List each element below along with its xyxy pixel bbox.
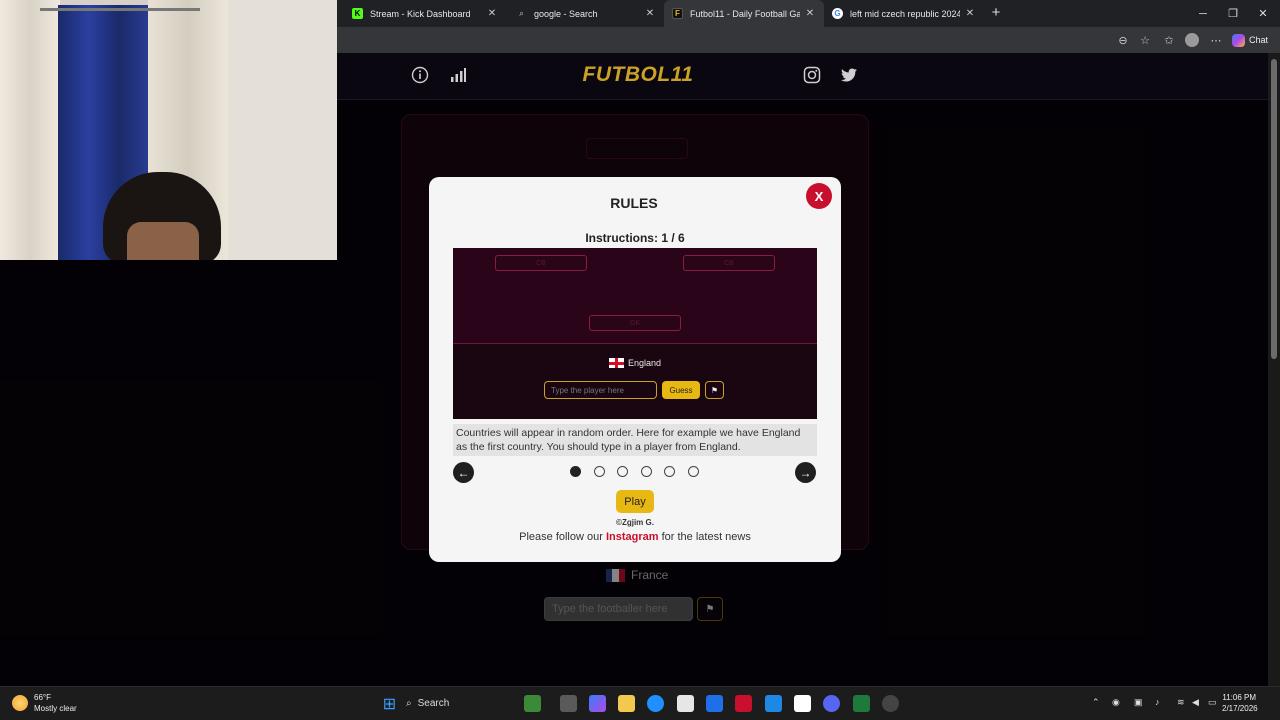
demo-slot: CB: [495, 255, 587, 271]
vscode-icon[interactable]: [706, 695, 723, 712]
chrome-icon[interactable]: [882, 695, 899, 712]
kick-favicon-icon: K: [352, 8, 363, 19]
weather-widget[interactable]: 66°F Mostly clear: [12, 692, 77, 714]
instagram-link[interactable]: Instagram: [606, 531, 659, 543]
demo-player-input: Type the player here: [544, 381, 657, 399]
futbol11-favicon-icon: F: [672, 8, 683, 19]
step-dot-6[interactable]: [688, 466, 699, 477]
step-dot-1[interactable]: [570, 466, 581, 477]
copilot-chat-button[interactable]: Chat: [1232, 31, 1268, 49]
close-tab-icon[interactable]: ✕: [804, 8, 816, 20]
step-dot-3[interactable]: [617, 466, 628, 477]
instruction-description: Countries will appear in random order. H…: [453, 424, 817, 456]
profile-avatar-icon[interactable]: [1184, 32, 1200, 48]
system-clock[interactable]: 11:06 PM 2/17/2026: [1222, 692, 1258, 714]
arrow-left-icon: ←: [457, 465, 470, 480]
favorites-icon[interactable]: ✩: [1161, 32, 1177, 48]
volume-icon[interactable]: ◀: [1192, 697, 1199, 708]
arrow-right-icon: →: [799, 465, 812, 480]
copilot-app-icon[interactable]: [589, 695, 606, 712]
weather-icon: [12, 695, 28, 711]
previous-step-button[interactable]: ←: [453, 462, 474, 483]
twitter-icon[interactable]: [840, 66, 858, 84]
demo-flag-icon: ⚑: [705, 381, 724, 399]
stats-icon[interactable]: [449, 66, 467, 84]
demo-slot: CB: [683, 255, 775, 271]
author-credit: ©Zgjim G.: [616, 518, 654, 527]
file-explorer-icon[interactable]: [618, 695, 635, 712]
search-favicon-icon: ⌕: [519, 8, 524, 18]
close-tab-icon[interactable]: ✕: [486, 8, 498, 20]
tab-google-search[interactable]: ⌕ google - Search ✕: [508, 0, 664, 27]
excel-icon[interactable]: [853, 695, 870, 712]
close-tab-icon[interactable]: ✕: [644, 8, 656, 20]
demo-country: England: [453, 356, 817, 370]
favorite-star-icon[interactable]: ☆: [1137, 32, 1153, 48]
search-icon: ⌕: [406, 698, 412, 709]
reader-mode-icon[interactable]: ⊖: [1115, 32, 1131, 48]
step-dot-5[interactable]: [664, 466, 675, 477]
page-scrollbar[interactable]: [1268, 53, 1280, 686]
tab-futbol11[interactable]: F Futbol11 - Daily Football Games ✕: [664, 0, 824, 27]
close-window-icon[interactable]: ✕: [1248, 0, 1278, 27]
site-header: [336, 53, 1268, 100]
instruction-demo-image: CB CB GK England Type the player here Gu…: [453, 248, 817, 419]
wifi-icon[interactable]: ≋: [1177, 697, 1185, 708]
info-icon[interactable]: [411, 66, 429, 84]
mail-icon[interactable]: [765, 695, 782, 712]
england-flag-icon: [608, 358, 624, 368]
screen: K Stream - Kick Dashboard ✕ ⌕ google - S…: [0, 0, 1280, 720]
instagram-icon[interactable]: [803, 66, 821, 84]
new-tab-icon[interactable]: +: [988, 5, 1004, 21]
step-dot-2[interactable]: [594, 466, 605, 477]
battery-icon[interactable]: ▭: [1208, 697, 1217, 708]
tab-kick-dashboard[interactable]: K Stream - Kick Dashboard ✕: [344, 0, 506, 27]
microphone-icon[interactable]: ♪: [1155, 697, 1160, 707]
follow-text: Please follow our Instagram for the late…: [519, 531, 751, 543]
play-button[interactable]: Play: [616, 490, 654, 513]
tray-app-icon[interactable]: ▣: [1134, 697, 1143, 708]
webcam-overlay: [0, 0, 337, 260]
app-icon[interactable]: [794, 695, 811, 712]
close-modal-button[interactable]: X: [806, 183, 832, 209]
taskbar-search[interactable]: ⌕ Search: [406, 694, 449, 713]
copilot-icon: [1232, 33, 1245, 47]
tray-overflow-icon[interactable]: ⌃: [1092, 697, 1100, 708]
windows-start-icon[interactable]: ⊞: [381, 695, 398, 713]
store-icon[interactable]: [677, 695, 694, 712]
edge-icon[interactable]: [647, 695, 664, 712]
restore-icon[interactable]: ❐: [1218, 0, 1248, 27]
tray-app-icon[interactable]: ◉: [1112, 697, 1120, 708]
step-dot-4[interactable]: [641, 466, 652, 477]
instructions-step-label: Instructions: 1 / 6: [585, 231, 685, 245]
shield-app-icon[interactable]: [735, 695, 752, 712]
next-step-button[interactable]: →: [795, 462, 816, 483]
task-view-icon[interactable]: [560, 695, 577, 712]
discord-icon[interactable]: [823, 695, 840, 712]
site-logo[interactable]: FUTBOL11: [580, 63, 696, 89]
demo-slot: GK: [589, 315, 681, 331]
demo-guess-button: Guess: [662, 381, 700, 399]
google-favicon-icon: G: [832, 8, 843, 19]
close-tab-icon[interactable]: ✕: [964, 8, 976, 20]
minimize-icon[interactable]: ─: [1188, 0, 1218, 27]
windows-taskbar: [0, 686, 1280, 720]
more-menu-icon[interactable]: ⋯: [1208, 32, 1224, 48]
scrollbar-thumb[interactable]: [1271, 59, 1277, 359]
widgets-icon[interactable]: [524, 695, 541, 712]
tab-google-query[interactable]: G left mid czech republic 2024 euro ✕: [824, 0, 984, 27]
